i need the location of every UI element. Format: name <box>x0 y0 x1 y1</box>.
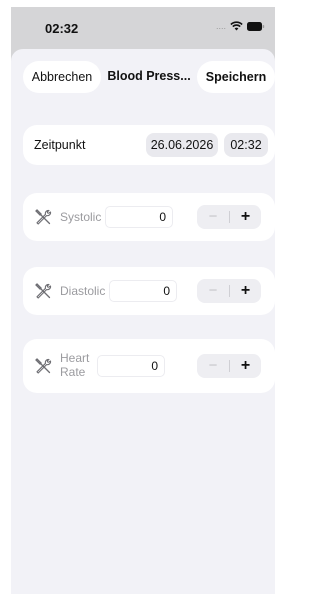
phone-screen: 02:32 .... Abbrechen Blood Press... Spei… <box>11 7 275 594</box>
diastolic-decrement-button[interactable]: − <box>197 279 229 303</box>
systolic-row: Systolic 0 − + <box>23 193 275 241</box>
save-button[interactable]: Speichern <box>197 61 275 93</box>
heart-rate-row: Heart Rate 0 − + <box>23 339 275 393</box>
tools-icon <box>35 283 52 299</box>
nav-title: Blood Press... <box>107 69 191 83</box>
heart-rate-label-line1: Heart <box>60 351 90 365</box>
nav-bar: Abbrechen Blood Press... Speichern <box>11 61 275 95</box>
battery-icon <box>247 21 265 31</box>
time-picker[interactable]: 02:32 <box>224 133 268 157</box>
tools-icon <box>35 209 52 225</box>
timestamp-label: Zeitpunkt <box>34 138 86 152</box>
date-picker[interactable]: 26.06.2026 <box>146 133 218 157</box>
status-bar: 02:32 .... <box>11 7 275 47</box>
systolic-label: Systolic <box>60 210 102 224</box>
tools-icon <box>35 358 52 374</box>
diastolic-label: Diastolic <box>60 284 106 298</box>
heart-rate-stepper: − + <box>197 354 261 378</box>
heart-rate-label-line2: Rate <box>60 365 86 379</box>
diastolic-input[interactable]: 0 <box>109 280 177 302</box>
cancel-button[interactable]: Abbrechen <box>23 61 101 93</box>
status-time: 02:32 <box>45 21 79 36</box>
timestamp-row: Zeitpunkt 26.06.2026 02:32 <box>23 125 275 165</box>
wifi-icon <box>230 21 243 31</box>
diastolic-increment-button[interactable]: + <box>230 279 261 303</box>
systolic-increment-button[interactable]: + <box>230 205 261 229</box>
systolic-decrement-button[interactable]: − <box>197 205 229 229</box>
status-icons: .... <box>216 21 265 31</box>
modal-sheet: Abbrechen Blood Press... Speichern Zeitp… <box>11 49 275 594</box>
heart-rate-decrement-button[interactable]: − <box>197 354 229 378</box>
heart-rate-increment-button[interactable]: + <box>230 354 261 378</box>
systolic-stepper: − + <box>197 205 261 229</box>
systolic-input[interactable]: 0 <box>105 206 173 228</box>
heart-rate-label: Heart Rate <box>60 351 89 379</box>
diastolic-stepper: − + <box>197 279 261 303</box>
signal-dots: .... <box>215 21 226 31</box>
diastolic-row: Diastolic 0 − + <box>23 267 275 315</box>
heart-rate-input[interactable]: 0 <box>97 355 165 377</box>
